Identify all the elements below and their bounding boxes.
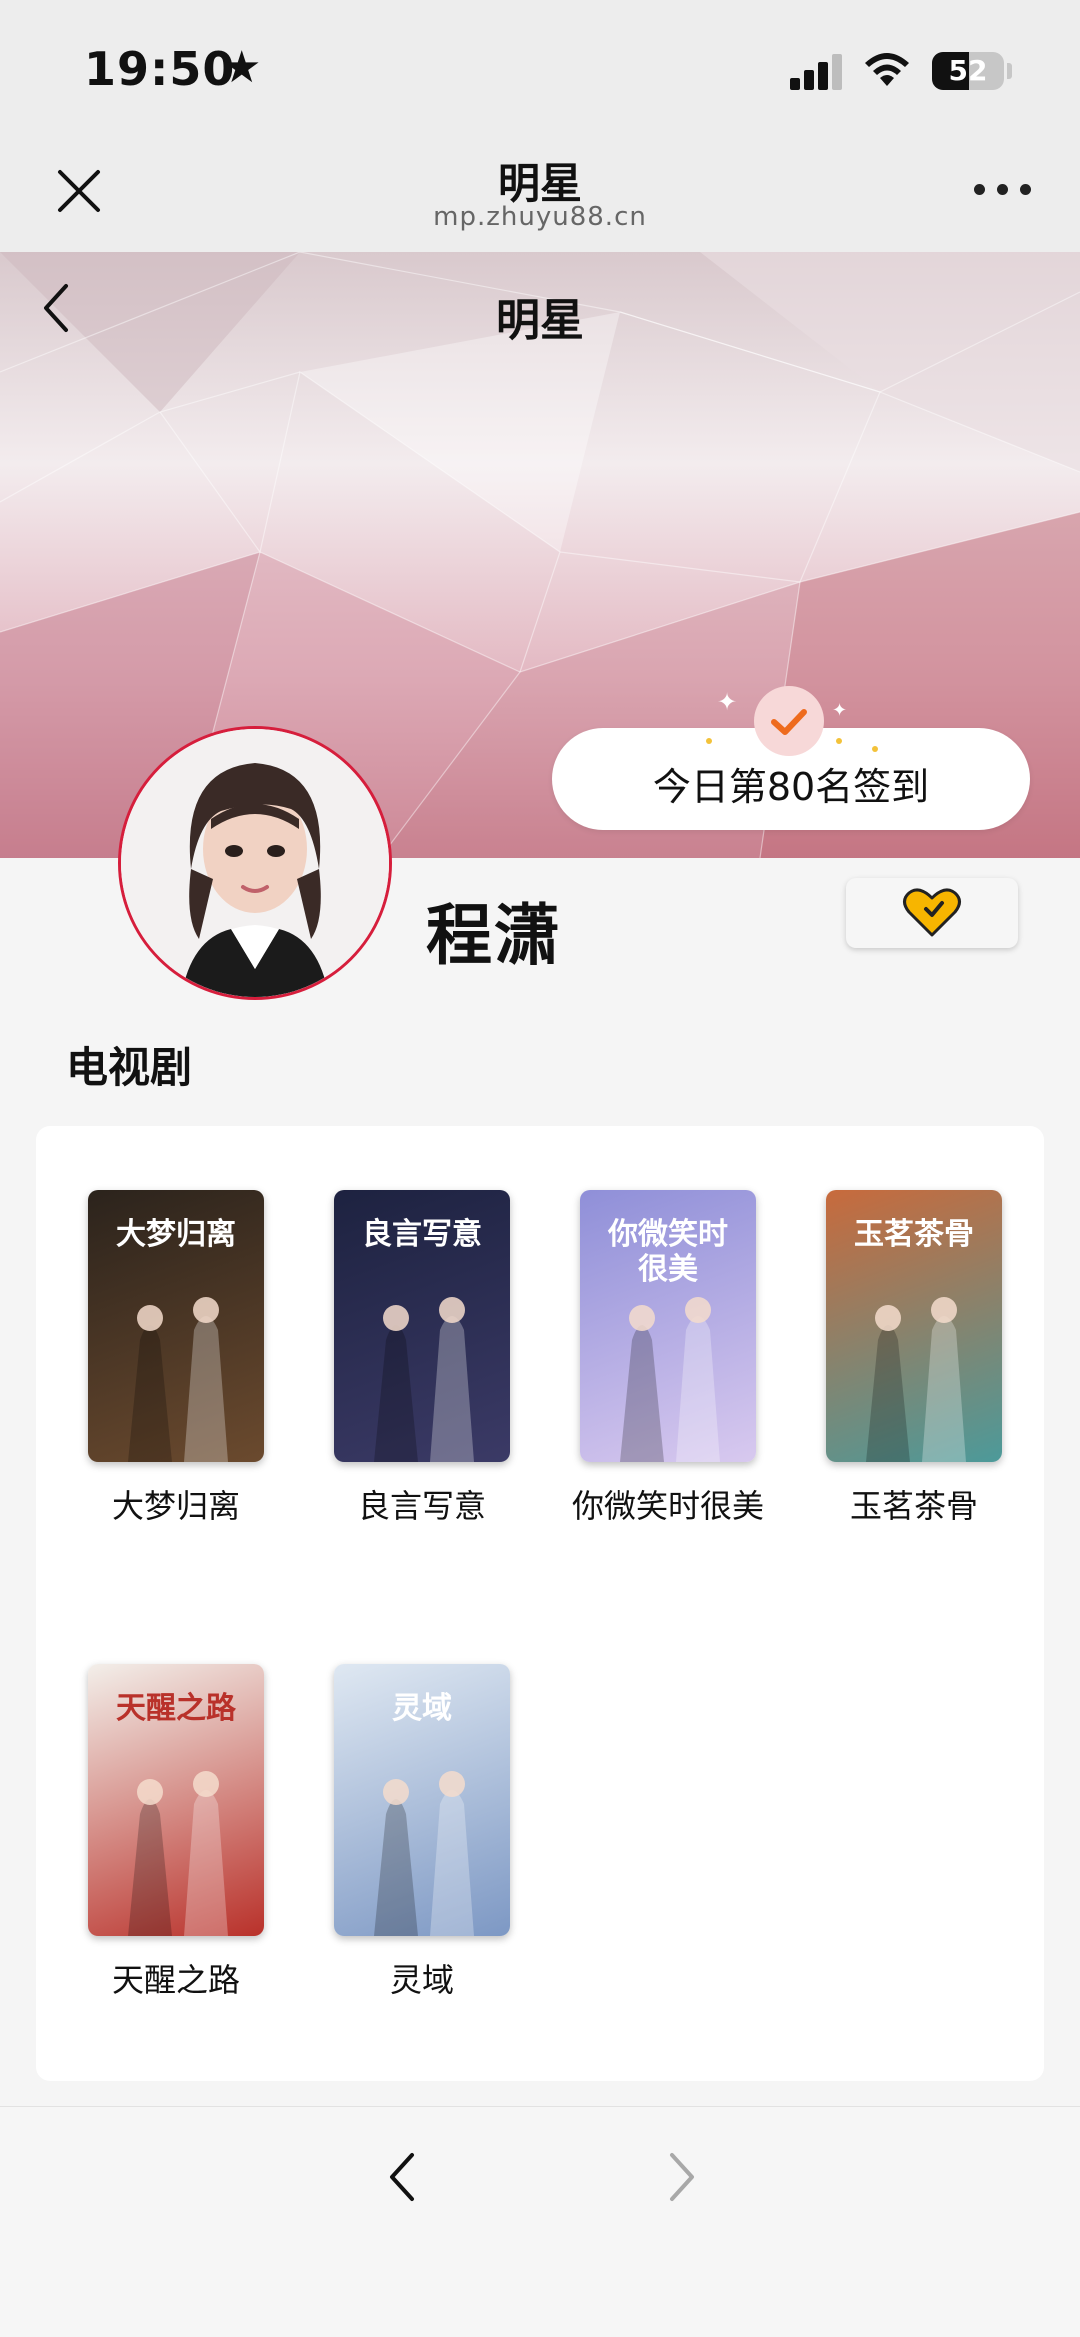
poster-title-text: 你微笑时很美	[608, 1217, 728, 1287]
sparkle-dot	[872, 746, 878, 752]
drama-title: 天醒之路	[111, 1961, 240, 1999]
battery-indicator: 52	[932, 52, 1004, 90]
sparkle-dot	[836, 738, 842, 744]
cellular-signal-icon	[790, 52, 844, 90]
avatar	[118, 726, 392, 1000]
drama-title: 灵域	[389, 1961, 454, 1999]
drama-poster[interactable]: 天醒之路	[88, 1664, 264, 1936]
drama-title: 大梦归离	[111, 1487, 240, 1525]
status-time: 19:50	[84, 42, 236, 96]
bottom-navigation-bar	[0, 2106, 1080, 2337]
check-icon	[771, 709, 807, 735]
star-name: 程潇	[426, 897, 562, 974]
poster-title-text: 玉茗茶骨	[854, 1217, 974, 1252]
location-star-icon: ★	[222, 42, 262, 93]
sparkle-dot	[706, 738, 712, 744]
page-title: 明星	[496, 295, 584, 346]
drama-title: 玉茗茶骨	[849, 1487, 978, 1525]
sparkle-icon: ✦	[832, 700, 848, 721]
sparkle-icon: ✦	[717, 688, 738, 716]
checkin-badge	[754, 686, 824, 756]
battery-percent: 52	[948, 54, 988, 87]
browser-back-icon[interactable]	[384, 2150, 420, 2204]
section-title-tv-dramas: 电视剧	[66, 1043, 193, 1092]
drama-title: 你微笑时很美	[571, 1487, 764, 1525]
browser-forward-icon[interactable]	[664, 2150, 700, 2204]
poster-title-text: 大梦归离	[116, 1217, 236, 1252]
poster-title-text: 灵域	[392, 1691, 452, 1726]
drama-poster[interactable]: 大梦归离	[88, 1190, 264, 1462]
poster-title-text: 良言写意	[362, 1217, 482, 1252]
poster-title-text: 天醒之路	[116, 1691, 236, 1726]
heart-check-icon	[903, 888, 961, 937]
drama-poster[interactable]: 良言写意	[334, 1190, 510, 1462]
drama-poster[interactable]: 玉茗茶骨	[826, 1190, 1002, 1462]
drama-poster[interactable]: 灵域	[334, 1664, 510, 1936]
drama-poster[interactable]: 你微笑时很美	[580, 1190, 756, 1462]
checkin-label: 今日第80名签到	[652, 765, 930, 809]
mini-program-url: mp.zhuyu88.cn	[433, 202, 647, 232]
wifi-icon	[865, 53, 909, 86]
more-options-icon[interactable]	[974, 184, 1032, 198]
drama-title: 良言写意	[357, 1487, 486, 1525]
follow-button[interactable]	[846, 878, 1018, 948]
battery-nub	[1007, 63, 1012, 79]
